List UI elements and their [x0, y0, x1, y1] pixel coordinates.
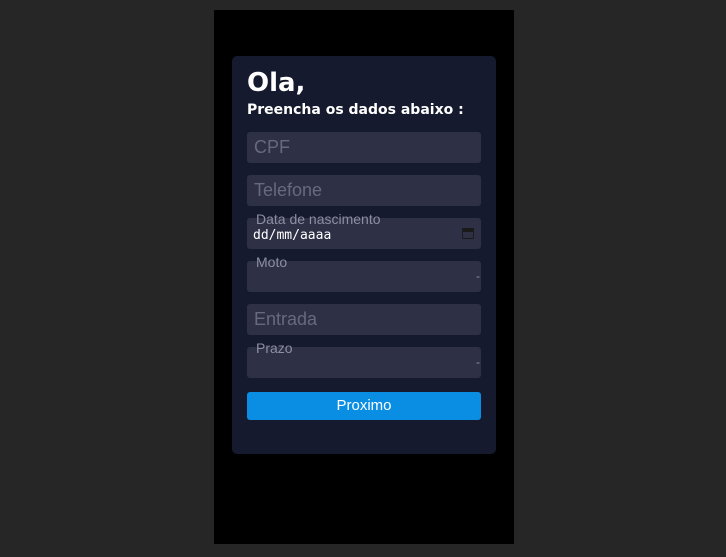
prazo-label: Prazo	[256, 340, 293, 356]
moto-label: Moto	[256, 254, 288, 270]
moto-dash-icon: -	[476, 269, 480, 283]
telefone-field	[247, 175, 481, 206]
calendar-icon[interactable]	[462, 228, 474, 239]
cpf-input[interactable]	[247, 132, 481, 163]
birthdate-label: Data de nascimento	[256, 211, 381, 227]
next-button[interactable]: Proximo	[247, 392, 481, 420]
phone-viewport: Ola, Preencha os dados abaixo : Data de …	[214, 10, 514, 544]
form-card: Ola, Preencha os dados abaixo : Data de …	[232, 56, 496, 454]
greeting-title: Ola,	[247, 68, 306, 98]
entrada-input[interactable]	[247, 304, 481, 335]
entrada-field	[247, 304, 481, 335]
birthdate-input[interactable]: dd/mm/aaaa	[253, 228, 331, 244]
cpf-field	[247, 132, 481, 163]
moto-field[interactable]: Moto -	[247, 254, 481, 292]
form-subtitle: Preencha os dados abaixo :	[247, 102, 464, 118]
birthdate-field[interactable]: Data de nascimento dd/mm/aaaa	[247, 211, 481, 249]
prazo-field[interactable]: Prazo -	[247, 340, 481, 378]
telefone-input[interactable]	[247, 175, 481, 206]
prazo-dash-icon: -	[476, 355, 480, 369]
